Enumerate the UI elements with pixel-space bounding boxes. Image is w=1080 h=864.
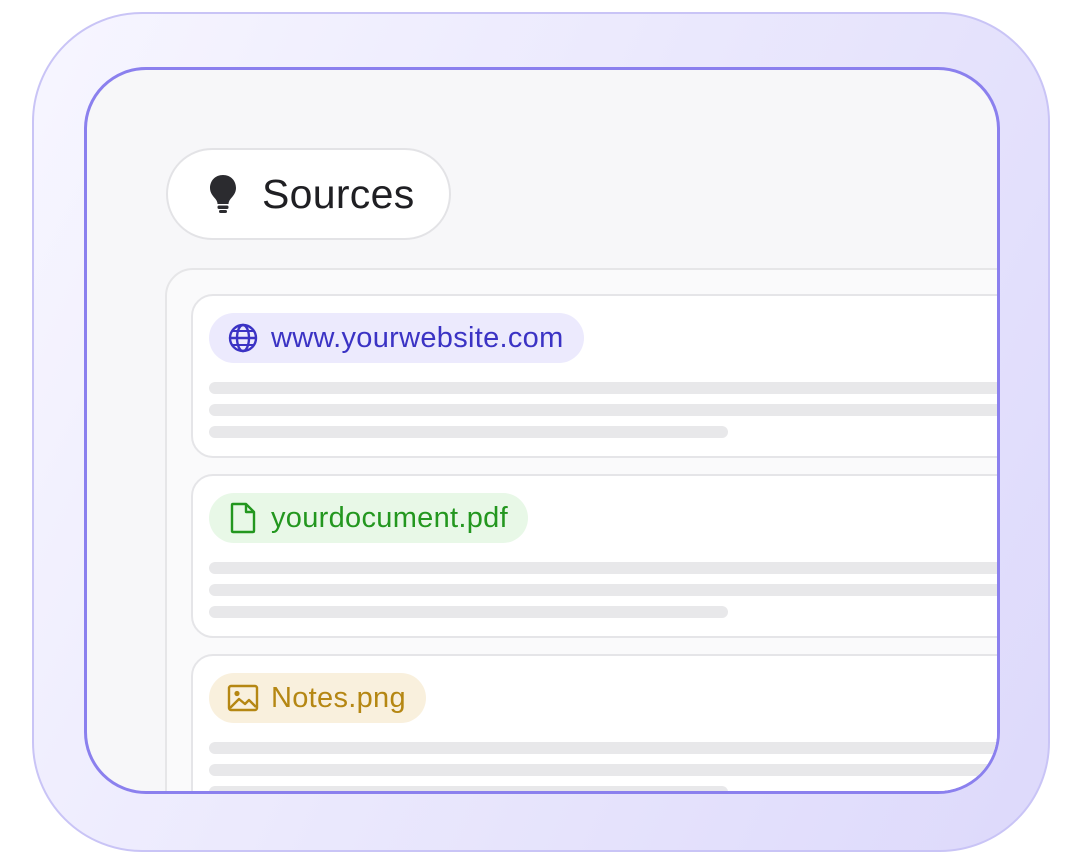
globe-icon xyxy=(227,322,259,354)
lightbulb-icon xyxy=(206,174,240,214)
source-card-image[interactable]: Notes.png xyxy=(191,654,997,791)
placeholder-line xyxy=(209,382,997,394)
source-tag-document[interactable]: yourdocument.pdf xyxy=(209,493,528,543)
source-label: Notes.png xyxy=(271,681,406,714)
document-icon xyxy=(227,502,259,534)
placeholder-line xyxy=(209,584,997,596)
source-label: yourdocument.pdf xyxy=(271,501,508,534)
placeholder-line xyxy=(209,606,728,618)
source-tag-image[interactable]: Notes.png xyxy=(209,673,426,723)
source-tag-website[interactable]: www.yourwebsite.com xyxy=(209,313,584,363)
placeholder-line xyxy=(209,426,728,438)
source-card-document[interactable]: yourdocument.pdf xyxy=(191,474,997,638)
sources-header: Sources xyxy=(166,148,451,240)
placeholder-line xyxy=(209,562,997,574)
placeholder-line xyxy=(209,742,997,754)
page-title: Sources xyxy=(262,170,415,217)
placeholder-line xyxy=(209,764,997,776)
sources-window: Sources www.yourwebsite.com yourdocument… xyxy=(84,67,1000,794)
placeholder-line xyxy=(209,786,728,791)
image-icon xyxy=(227,682,259,714)
placeholder-line xyxy=(209,404,997,416)
sources-list: www.yourwebsite.com yourdocument.pdf Not… xyxy=(165,268,997,791)
source-card-website[interactable]: www.yourwebsite.com xyxy=(191,294,997,458)
source-label: www.yourwebsite.com xyxy=(271,321,564,354)
